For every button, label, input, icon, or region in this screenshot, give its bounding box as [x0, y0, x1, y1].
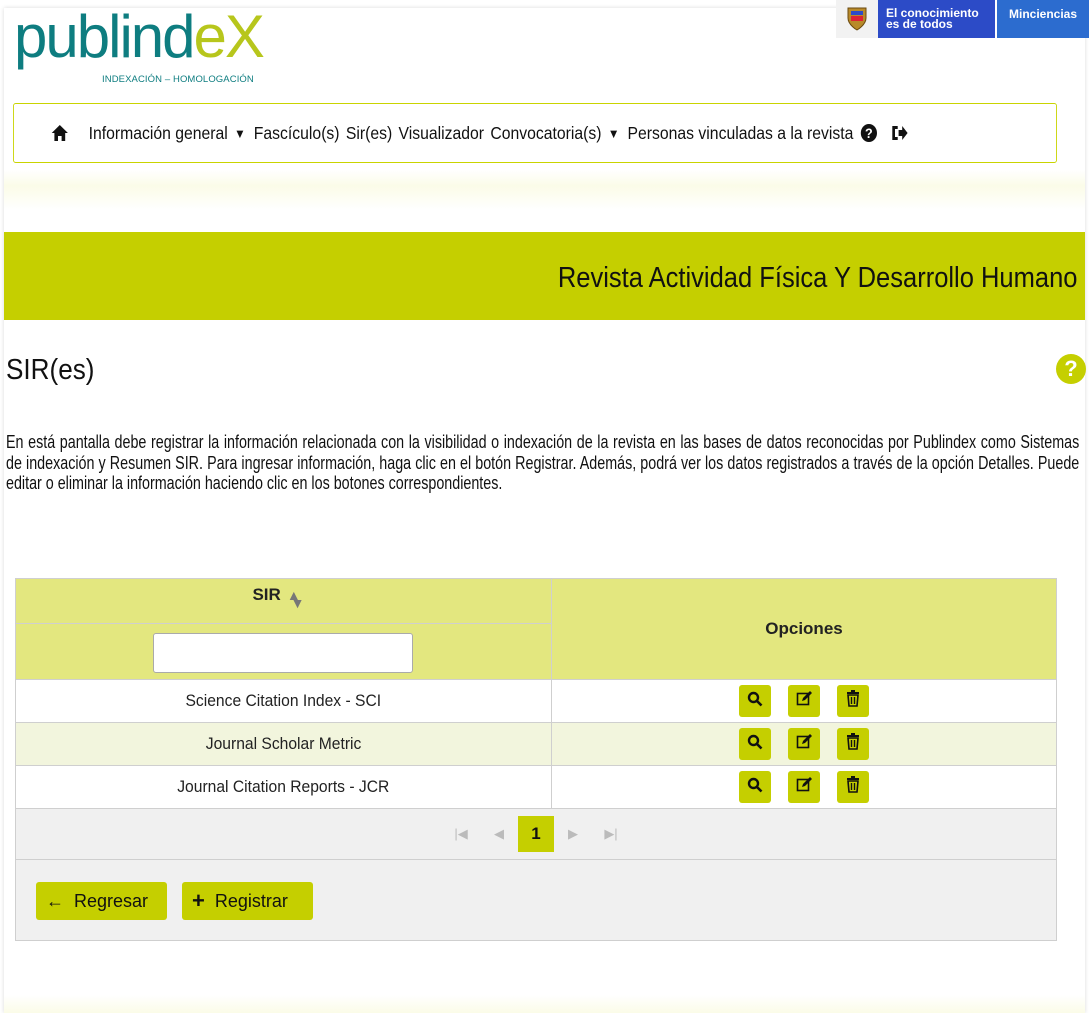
- government-banner[interactable]: El conocimiento es de todos Minciencias: [836, 0, 1089, 38]
- sir-name-cell: Science Citation Index - SCI: [16, 680, 552, 722]
- intro-text: En está pantalla debe registrar la infor…: [6, 432, 1080, 493]
- pagination: |◀ ◀ 1 ▶ ▶|: [16, 808, 1056, 859]
- nav-sires[interactable]: Sir(es): [346, 123, 392, 144]
- gov-slogan-line2: es de todos: [886, 17, 953, 31]
- page-title: SIR(es): [6, 354, 95, 386]
- prev-page-button[interactable]: ◀: [480, 816, 518, 852]
- edit-icon: [796, 690, 813, 712]
- details-button[interactable]: [739, 685, 771, 717]
- page-number-button[interactable]: 1: [518, 816, 554, 852]
- first-page-icon: |◀: [454, 826, 468, 841]
- edit-button[interactable]: [788, 685, 820, 717]
- delete-icon: [846, 776, 860, 798]
- details-button[interactable]: [739, 771, 771, 803]
- next-page-icon: ▶: [568, 826, 578, 841]
- last-page-icon: ▶|: [604, 826, 618, 841]
- journal-title: Revista Actividad Física Y Desarrollo Hu…: [557, 262, 1077, 294]
- nav-personas-vinculadas[interactable]: Personas vinculadas a la revista: [628, 123, 854, 144]
- delete-button[interactable]: [837, 685, 869, 717]
- first-page-button[interactable]: |◀: [442, 816, 480, 852]
- sir-name: Science Citation Index - SCI: [185, 691, 382, 710]
- edit-icon: [796, 776, 813, 798]
- home-icon[interactable]: [51, 123, 69, 143]
- details-button[interactable]: [739, 728, 771, 760]
- sir-name: Journal Scholar Metric: [205, 734, 362, 753]
- decorative-band: [4, 170, 1085, 210]
- edit-button[interactable]: [788, 728, 820, 760]
- chevron-down-icon[interactable]: ▼: [234, 126, 246, 141]
- row-actions: [552, 766, 1056, 808]
- decorative-band: [4, 995, 1085, 1013]
- prev-page-icon: ◀: [494, 826, 504, 841]
- column-sir-label: SIR: [252, 585, 281, 604]
- help-circle-icon[interactable]: ?: [860, 123, 878, 143]
- table-row: Journal Citation Reports - JCR: [16, 765, 1056, 808]
- delete-button[interactable]: [837, 728, 869, 760]
- main-navigation: Información general ▼ Fascículo(s) Sir(e…: [13, 103, 1057, 163]
- row-actions: [552, 680, 1056, 722]
- column-sir-header[interactable]: SIR ▲▼: [16, 585, 551, 611]
- column-options-header: Opciones: [765, 619, 843, 638]
- sir-name-cell: Journal Citation Reports - JCR: [16, 766, 552, 808]
- last-page-button[interactable]: ▶|: [592, 816, 630, 852]
- table-row: Journal Scholar Metric: [16, 722, 1056, 765]
- logo-subtitle: INDEXACIÓN – HOMOLOGACIÓN: [102, 74, 254, 85]
- arrow-left-icon: ←: [46, 890, 64, 911]
- edit-icon: [796, 733, 813, 755]
- row-actions: [552, 723, 1056, 765]
- gov-slogan: El conocimiento es de todos: [878, 0, 995, 38]
- table-header: SIR ▲▼ Opciones: [16, 579, 1056, 679]
- plus-icon: +: [192, 888, 205, 913]
- sir-table: SIR ▲▼ Opciones Science Citation Index - …: [15, 578, 1057, 941]
- delete-icon: [846, 733, 860, 755]
- search-icon: [747, 777, 763, 798]
- colombia-shield-icon: [836, 0, 878, 38]
- chevron-down-icon[interactable]: ▼: [608, 126, 620, 141]
- logout-icon[interactable]: [890, 124, 908, 142]
- nav-informacion-general[interactable]: Información general: [89, 123, 228, 144]
- register-button[interactable]: + Registrar: [182, 882, 313, 920]
- sir-filter-input[interactable]: [153, 633, 413, 673]
- nav-convocatorias[interactable]: Convocatoria(s): [490, 123, 601, 144]
- nav-fasciculos[interactable]: Fascículo(s): [254, 123, 340, 144]
- back-button[interactable]: ← Regresar: [36, 882, 167, 920]
- nav-visualizador[interactable]: Visualizador: [399, 123, 485, 144]
- next-page-button[interactable]: ▶: [554, 816, 592, 852]
- sort-icon[interactable]: ▲▼: [287, 587, 315, 611]
- publindex-logo[interactable]: publindeX INDEXACIÓN – HOMOLOGACIÓN: [14, 3, 274, 88]
- back-button-label: Regresar: [74, 890, 149, 911]
- logo-wordmark: publindeX: [14, 3, 265, 70]
- search-icon: [747, 734, 763, 755]
- search-icon: [747, 691, 763, 712]
- svg-text:?: ?: [865, 125, 873, 141]
- table-row: Science Citation Index - SCI: [16, 679, 1056, 722]
- form-actions: ← Regresar + Registrar: [16, 859, 1056, 940]
- register-button-label: Registrar: [214, 890, 288, 911]
- delete-button[interactable]: [837, 771, 869, 803]
- delete-icon: [846, 690, 860, 712]
- column-sir: SIR ▲▼: [16, 579, 552, 679]
- sir-name: Journal Citation Reports - JCR: [177, 777, 390, 796]
- edit-button[interactable]: [788, 771, 820, 803]
- help-icon[interactable]: ?: [1056, 354, 1086, 384]
- sir-name-cell: Journal Scholar Metric: [16, 723, 552, 765]
- ministry-name: Minciencias: [997, 0, 1089, 38]
- journal-title-band: Revista Actividad Física Y Desarrollo Hu…: [4, 232, 1085, 320]
